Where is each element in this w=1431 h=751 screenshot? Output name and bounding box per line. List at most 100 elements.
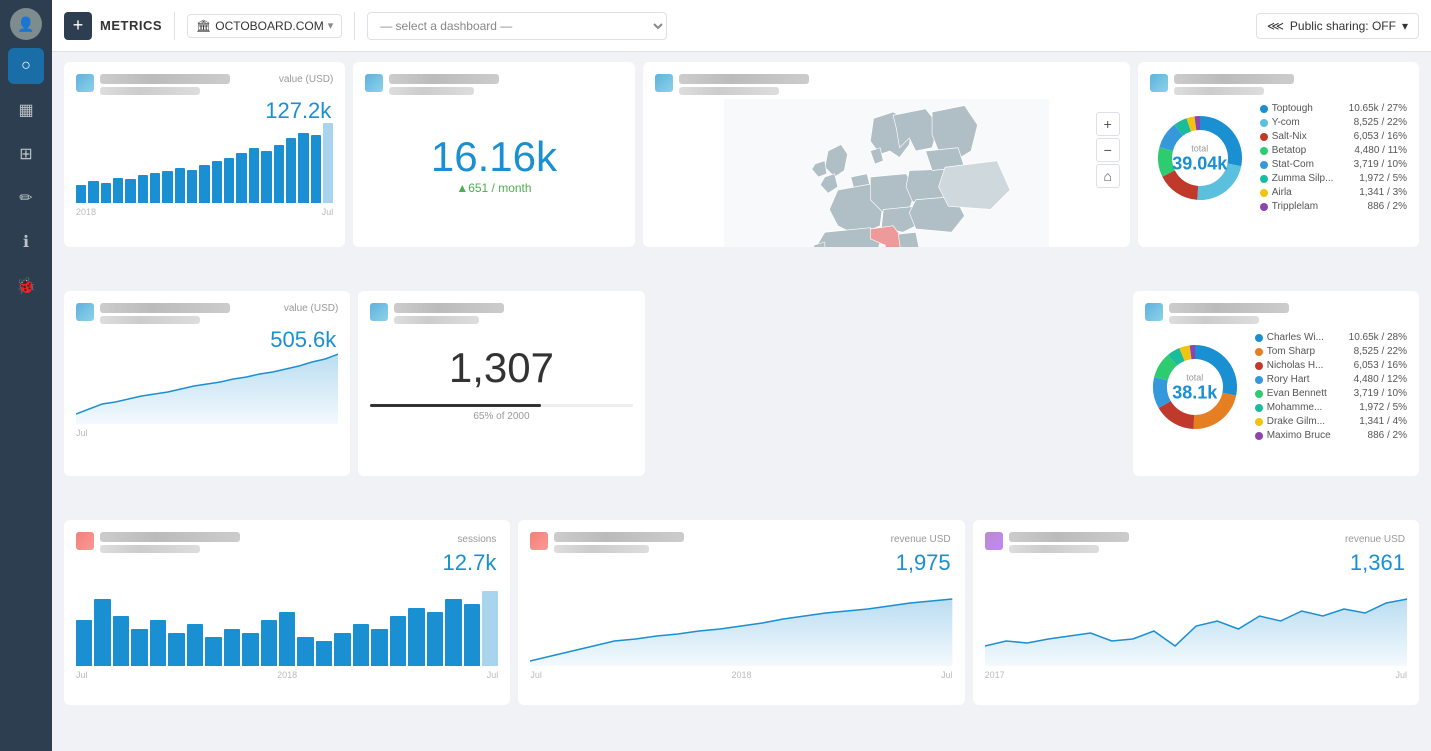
bar-item-session — [205, 637, 221, 666]
bar-item-session — [113, 616, 129, 666]
map-zoom-in-button[interactable]: + — [1096, 112, 1120, 136]
donut-total-val-1: 39.04k — [1172, 154, 1227, 175]
map-controls: + − ⌂ — [1096, 112, 1120, 188]
mid-donut-card: total 38.1k Charles Wi...10.65k / 28%Tom… — [1133, 291, 1419, 476]
chart-footer-10: 2017 Jul — [985, 670, 1407, 680]
bar-item-session — [76, 620, 92, 666]
dashboard: value (USD) 127.2k 2018 Jul — [52, 52, 1431, 751]
card-subtitle-8 — [100, 545, 200, 553]
bar-item — [274, 145, 284, 203]
legend-dot — [1260, 105, 1268, 113]
chart-footer-right-8: Jul — [487, 670, 499, 680]
bar-item — [101, 183, 111, 203]
sessions-big-value: 12.7k — [443, 550, 497, 576]
chart-footer-right-1: Jul — [322, 207, 334, 217]
metric-center-2: 16.16k ▲651 / month — [365, 99, 622, 229]
legend-name: Airla — [1272, 187, 1292, 198]
chart-footer-mid-8: 2018 — [277, 670, 297, 680]
sidebar-item-info[interactable]: ℹ — [8, 224, 44, 260]
sidebar: 👤 ○ ▦ ⊞ ✏ ℹ 🐞 — [0, 0, 52, 751]
legend-dot — [1255, 432, 1263, 440]
dashboard-select[interactable]: — select a dashboard — — [367, 12, 667, 40]
bar-chart-1 — [76, 123, 333, 203]
card-title-6 — [394, 303, 504, 313]
bar-chart-sessions — [76, 591, 498, 666]
legend-item: Tripplelam886 / 2% — [1260, 201, 1407, 212]
card-title-8 — [100, 532, 240, 542]
sidebar-item-dashboard[interactable]: ▦ — [8, 92, 44, 128]
chart-footer-left-1: 2018 — [76, 207, 96, 217]
legend-dot — [1260, 175, 1268, 183]
chart-footer-8: Jul 2018 Jul — [76, 670, 498, 680]
chart-footer-9: Jul 2018 Jul — [530, 670, 952, 680]
card-icon-map — [655, 74, 673, 92]
metric-number-card: 16.16k ▲651 / month — [353, 62, 634, 247]
sidebar-item-user[interactable]: ○ — [8, 48, 44, 84]
card-title-1 — [100, 74, 230, 84]
legend-name: Salt-Nix — [1272, 131, 1307, 142]
bar-item-session — [334, 633, 350, 666]
sidebar-item-bank[interactable]: ⊞ — [8, 136, 44, 172]
legend-dot — [1260, 161, 1268, 169]
sidebar-item-bug[interactable]: 🐞 — [8, 268, 44, 304]
legend-val: 1,341 / 3% — [1359, 187, 1407, 198]
legend-val: 3,719 / 10% — [1354, 388, 1407, 399]
bar-item — [261, 151, 271, 203]
revenue-right-value: 1,361 — [1350, 550, 1405, 576]
bar-item — [311, 135, 321, 203]
chart-footer-left-9: Jul — [530, 670, 542, 680]
legend-name: Mohamme... — [1267, 402, 1323, 413]
legend-item: Drake Gilm...1,341 / 4% — [1255, 416, 1407, 427]
bar-item — [76, 185, 86, 203]
card-title-10 — [1009, 532, 1129, 542]
chart-label-usd: value (USD) — [279, 74, 333, 85]
legend-name: Tripplelam — [1272, 201, 1318, 212]
bar-item-session — [353, 624, 369, 666]
donut-legend-1: Toptough10.65k / 27%Y-com8,525 / 22%Salt… — [1260, 103, 1407, 215]
map-zoom-out-button[interactable]: − — [1096, 138, 1120, 162]
legend-val: 10.65k / 27% — [1349, 103, 1407, 114]
card-icon-2 — [365, 74, 383, 92]
donut-label-2: total 38.1k — [1172, 373, 1217, 404]
bar-item-session — [150, 620, 166, 666]
chart-footer-mid-9: 2018 — [731, 670, 751, 680]
donut-content-1: total 39.04k Toptough10.65k / 27%Y-com8,… — [1150, 103, 1407, 215]
legend-item: Salt-Nix6,053 / 16% — [1260, 131, 1407, 142]
legend-dot — [1255, 418, 1263, 426]
donut-legend-2: Charles Wi...10.65k / 28%Tom Sharp8,525 … — [1255, 332, 1407, 444]
legend-val: 8,525 / 22% — [1354, 346, 1407, 357]
add-button[interactable]: + — [64, 12, 92, 40]
chart-big-value-1: 127.2k — [265, 98, 331, 124]
sharing-button[interactable]: ⋘ Public sharing: OFF ▾ — [1256, 13, 1419, 39]
org-dropdown[interactable]: 🏛 OCTOBOARD.COM ▾ — [187, 14, 342, 38]
revenue-right-label: revenue USD — [1345, 534, 1405, 545]
donut-content-2: total 38.1k Charles Wi...10.65k / 28%Tom… — [1145, 332, 1407, 444]
sessions-bar-card: sessions 12.7k Jul 2018 Jul — [64, 520, 510, 705]
metric-sub-2: ▲651 / month — [456, 181, 531, 195]
bar-item-session — [242, 633, 258, 666]
card-subtitle-2 — [389, 87, 474, 95]
chevron-down-icon: ▾ — [328, 19, 334, 32]
sidebar-item-brush[interactable]: ✏ — [8, 180, 44, 216]
dashboard-select-wrap: — select a dashboard — — [367, 12, 667, 40]
bar-item — [150, 173, 160, 203]
progress-card: 1,307 65% of 2000 — [358, 291, 644, 476]
topbar: + METRICS 🏛 OCTOBOARD.COM ▾ — select a d… — [52, 0, 1431, 52]
bar-item — [286, 138, 296, 203]
legend-name: Tom Sharp — [1267, 346, 1315, 357]
bar-item — [187, 170, 197, 203]
bar-item-session — [316, 641, 332, 666]
europe-map-svg — [655, 99, 1118, 247]
bar-item-session — [445, 599, 461, 666]
card-header-6 — [370, 303, 632, 324]
progress-big-6: 1,307 — [370, 344, 632, 392]
map-home-button[interactable]: ⌂ — [1096, 164, 1120, 188]
legend-item: Nicholas H...6,053 / 16% — [1255, 360, 1407, 371]
bar-item-session — [168, 633, 184, 666]
legend-dot — [1260, 147, 1268, 155]
legend-name: Maximo Bruce — [1267, 430, 1331, 441]
legend-dot — [1255, 362, 1263, 370]
chart-label-5: value (USD) — [284, 303, 338, 314]
bar-item-session — [371, 629, 387, 667]
legend-val: 10.65k / 28% — [1349, 332, 1407, 343]
